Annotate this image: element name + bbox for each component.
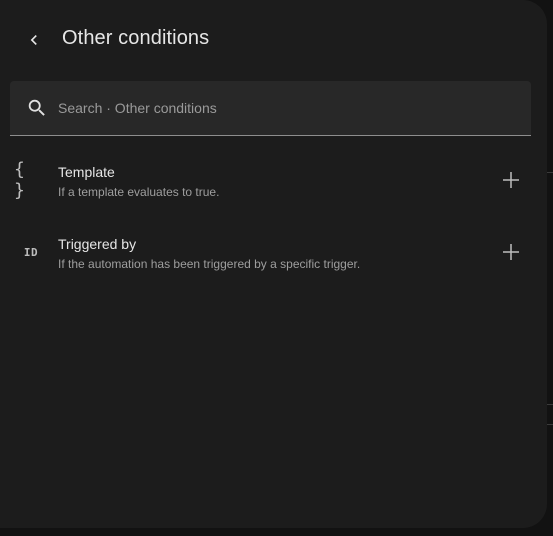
- code-braces-icon: { }: [14, 159, 48, 201]
- search-field[interactable]: [10, 81, 531, 136]
- backdrop-divider: [547, 424, 553, 425]
- identifier-glyph: ID: [23, 245, 39, 259]
- add-template-button[interactable]: [501, 170, 521, 190]
- plus-icon: [503, 172, 519, 188]
- dialog-title: Other conditions: [62, 27, 210, 49]
- search-input[interactable]: [58, 81, 518, 135]
- list-item-triggered-by[interactable]: ID Triggered by If the automation has be…: [0, 216, 547, 288]
- back-button[interactable]: [14, 20, 54, 60]
- backdrop-divider: [547, 172, 553, 173]
- dialog-header: Other conditions: [0, 0, 547, 78]
- list-item-description: If a template evaluates to true.: [58, 185, 220, 199]
- plus-icon: [503, 244, 519, 260]
- list-item-description: If the automation has been triggered by …: [58, 257, 361, 271]
- identifier-icon: ID: [14, 234, 48, 270]
- list-item-title: Triggered by: [58, 236, 137, 252]
- list-item-template[interactable]: { } Template If a template evaluates to …: [0, 144, 547, 216]
- other-conditions-dialog: Other conditions { } Template If a templ…: [0, 0, 547, 528]
- code-braces-glyph: { }: [14, 159, 26, 201]
- chevron-left-icon: [30, 35, 37, 45]
- list-item-title: Template: [58, 164, 115, 180]
- search-icon: [28, 99, 45, 116]
- backdrop-divider: [547, 404, 553, 405]
- add-triggered-by-button[interactable]: [501, 242, 521, 262]
